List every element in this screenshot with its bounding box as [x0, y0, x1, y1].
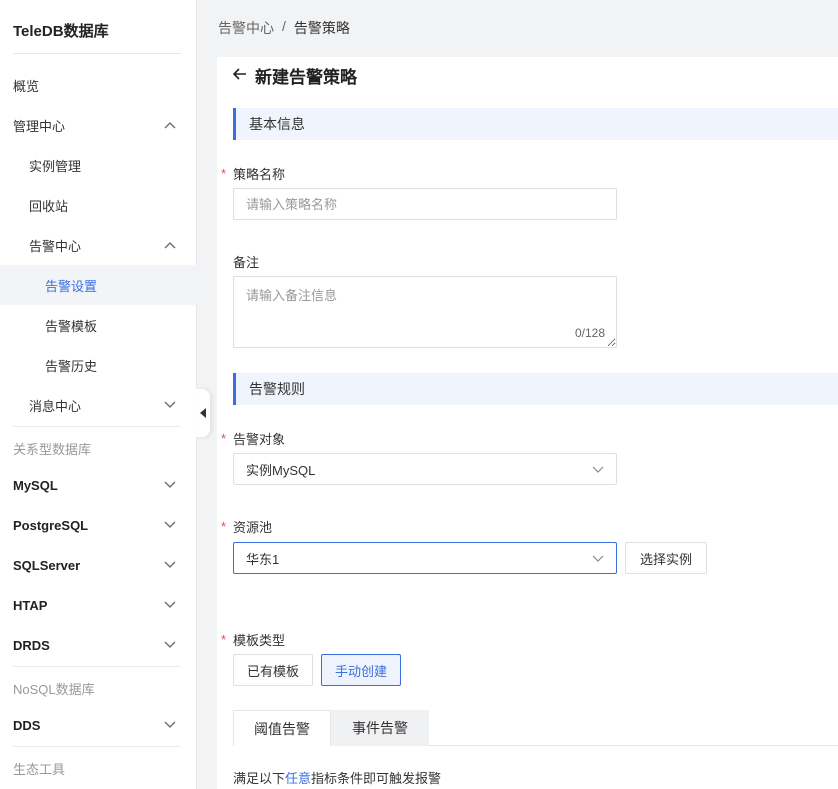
section-basic-info: 基本信息 [233, 108, 838, 140]
remark-label: 备注 [221, 252, 259, 271]
resource-pool-label: * 资源池 [221, 517, 272, 536]
nav-message-center[interactable]: 消息中心 [0, 385, 197, 425]
sidebar-collapse-handle[interactable] [196, 389, 210, 437]
trigger-hint: 满足以下任意指标条件即可触发报警 [233, 768, 441, 787]
page-header: 新建告警策略 [232, 61, 357, 89]
hint-any-link[interactable]: 任意 [285, 771, 311, 786]
chevron-up-icon [160, 235, 180, 255]
label-text: 资源池 [233, 520, 273, 535]
nav-htap[interactable]: HTAP [0, 585, 197, 625]
select-value: 华东1 [246, 551, 280, 567]
nav-dds[interactable]: DDS [0, 705, 197, 745]
chevron-down-icon [160, 515, 180, 535]
nav-label: 告警模板 [45, 318, 98, 334]
tab-threshold-alarm[interactable]: 阈值告警 [233, 710, 331, 746]
chevron-down-icon [592, 551, 604, 566]
nav-label: SQLServer [13, 557, 81, 573]
breadcrumb: 告警中心 / 告警策略 [218, 18, 350, 38]
nav-label: DRDS [13, 637, 50, 653]
required-mark: * [221, 632, 227, 647]
divider [13, 666, 181, 667]
nav-group-tools: 生态工具 [13, 762, 66, 777]
main-panel: 新建告警策略 基本信息 * 策略名称 备注 0/128 告警规则 * 告警对象 … [217, 57, 838, 789]
nav-label: 告警设置 [45, 278, 98, 294]
chevron-down-icon [160, 555, 180, 575]
nav-label: MySQL [13, 477, 58, 493]
nav-alarm-center[interactable]: 告警中心 [0, 225, 197, 265]
chevron-down-icon [160, 595, 180, 615]
chevron-down-icon [160, 395, 180, 415]
nav-drds[interactable]: DRDS [0, 625, 197, 665]
label-text: 模板类型 [233, 633, 286, 648]
divider [13, 53, 181, 54]
chevron-up-icon [160, 115, 180, 135]
breadcrumb-parent[interactable]: 告警中心 [218, 18, 274, 38]
nav-label: 实例管理 [29, 158, 82, 174]
policy-name-label: * 策略名称 [221, 164, 285, 183]
nav-mysql[interactable]: MySQL [0, 465, 197, 505]
label-text: 告警对象 [233, 432, 286, 447]
chevron-down-icon [160, 715, 180, 735]
alarm-target-label: * 告警对象 [221, 429, 285, 448]
nav-label: PostgreSQL [13, 517, 89, 533]
hint-prefix: 满足以下 [233, 771, 286, 786]
tab-event-alarm[interactable]: 事件告警 [331, 710, 429, 746]
divider [13, 746, 181, 747]
resource-pool-select[interactable]: 华东1 [233, 542, 617, 574]
label-text: 备注 [233, 255, 260, 270]
nav-label: 概览 [13, 78, 40, 94]
nav-recycle[interactable]: 回收站 [0, 185, 197, 225]
back-arrow-icon[interactable] [232, 65, 247, 85]
label-text: 策略名称 [233, 167, 286, 182]
hint-suffix: 指标条件即可触发报警 [311, 771, 442, 786]
breadcrumb-separator: / [282, 18, 286, 34]
select-value: 实例MySQL [246, 462, 316, 478]
breadcrumb-current: 告警策略 [293, 20, 350, 36]
chevron-down-icon [592, 462, 604, 477]
manual-create-button[interactable]: 手动创建 [321, 654, 401, 686]
caret-left-icon [200, 408, 206, 418]
nav-label: 消息中心 [29, 398, 82, 414]
brand-title: TeleDB数据库 [13, 23, 109, 40]
chevron-down-icon [160, 475, 180, 495]
nav-label: 管理中心 [13, 118, 66, 134]
nav-label: DDS [13, 717, 41, 733]
template-type-label: * 模板类型 [221, 630, 285, 649]
existing-template-button[interactable]: 已有模板 [233, 654, 313, 686]
nav-alarm-history[interactable]: 告警历史 [0, 345, 197, 385]
required-mark: * [221, 519, 227, 534]
nav-group-relational: 关系型数据库 [13, 442, 92, 457]
chevron-down-icon [160, 635, 180, 655]
nav-postgresql[interactable]: PostgreSQL [0, 505, 197, 545]
section-alarm-rules: 告警规则 [233, 373, 838, 405]
required-mark: * [221, 431, 227, 446]
alarm-target-select[interactable]: 实例MySQL [233, 453, 617, 485]
nav-management[interactable]: 管理中心 [0, 105, 197, 145]
nav-alarm-templates[interactable]: 告警模板 [0, 305, 197, 345]
nav-sqlserver[interactable]: SQLServer [0, 545, 197, 585]
remark-char-counter: 0/128 [575, 326, 606, 340]
sidebar: TeleDB数据库 概览 管理中心 实例管理 回收站 告警中心 告警设置 告警模… [0, 0, 197, 789]
nav-alarm-settings[interactable]: 告警设置 [0, 265, 197, 305]
nav-group-nosql: NoSQL数据库 [13, 682, 95, 697]
tab-underline [429, 745, 838, 746]
nav-label: 回收站 [29, 198, 69, 214]
nav-instances[interactable]: 实例管理 [0, 145, 197, 185]
page-title: 新建告警策略 [255, 67, 357, 87]
nav-label: HTAP [13, 597, 48, 613]
nav-label: 告警历史 [45, 358, 98, 374]
remark-textarea[interactable] [233, 276, 617, 348]
nav-overview[interactable]: 概览 [0, 65, 197, 105]
required-mark: * [221, 166, 227, 181]
divider [13, 426, 181, 427]
nav-label: 告警中心 [29, 238, 82, 254]
policy-name-input[interactable] [233, 188, 617, 220]
select-instance-button[interactable]: 选择实例 [625, 542, 707, 574]
